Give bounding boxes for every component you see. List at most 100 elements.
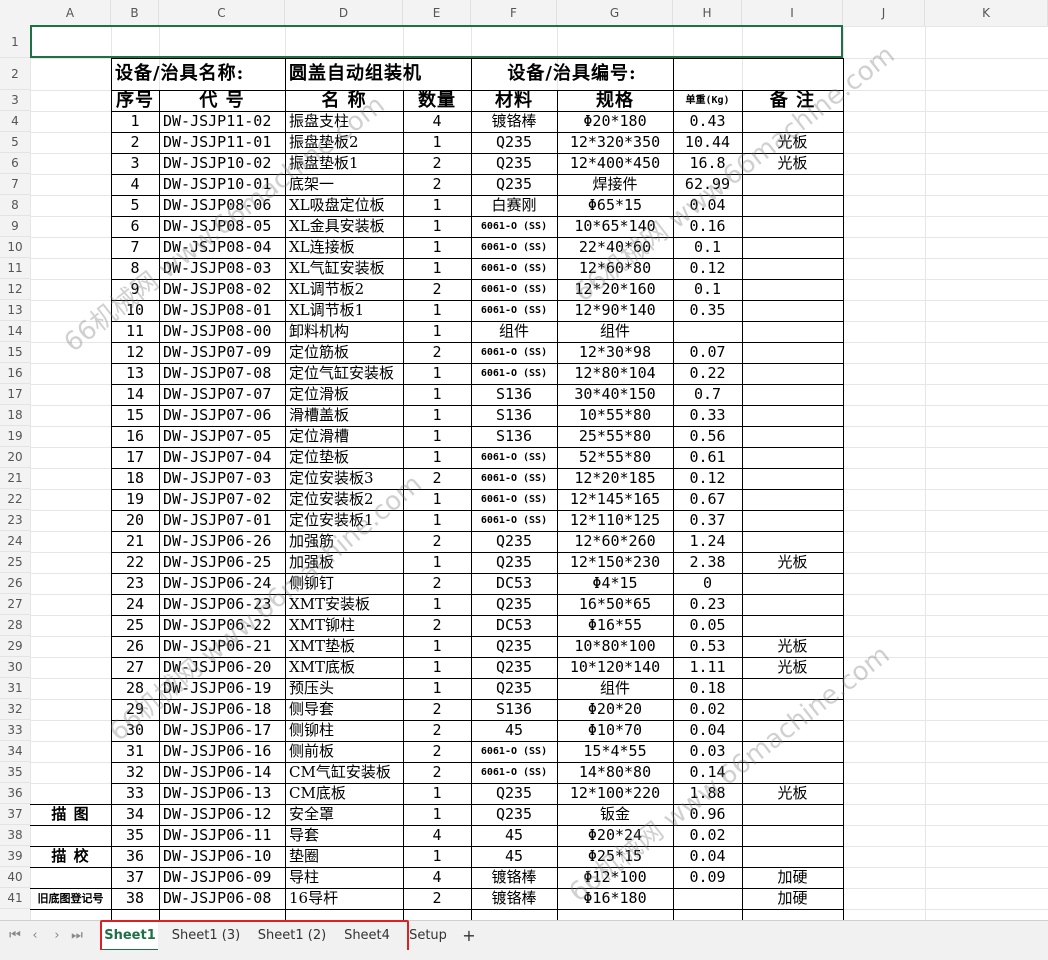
row-header[interactable]: 30 [0,657,30,678]
cell[interactable]: 4 [112,174,158,195]
cell[interactable]: 镀铬棒 [472,111,556,132]
cell[interactable]: 加强筋 [286,531,402,552]
cell[interactable]: DW-JSJP06-22 [160,615,284,636]
row-header[interactable]: 37 [0,804,30,825]
cell[interactable]: DW-JSJP08-02 [160,279,284,300]
cell[interactable] [743,573,842,594]
cell[interactable]: 2 [404,153,470,174]
row-header[interactable]: 19 [0,426,30,447]
cell[interactable]: DW-JSJP06-26 [160,531,284,552]
cell[interactable]: 1 [404,363,470,384]
row-header[interactable]: 14 [0,321,30,342]
cell[interactable]: 2 [404,762,470,783]
row-header[interactable]: 28 [0,615,30,636]
cell[interactable] [743,300,842,321]
cell[interactable]: DW-JSJP07-08 [160,363,284,384]
prev-sheet-icon[interactable]: ‹ [26,927,44,945]
cell[interactable]: 导柱 [286,867,402,888]
cell[interactable]: Q235 [472,153,556,174]
cell[interactable]: 底架一 [286,174,402,195]
cell[interactable]: 1 [404,489,470,510]
cell[interactable]: 1.88 [674,783,741,804]
cell[interactable]: 0.7 [674,384,741,405]
cell[interactable]: 1.11 [674,657,741,678]
cell[interactable]: 钣金 [558,804,672,825]
cell[interactable]: 定位安装板3 [286,468,402,489]
cell[interactable]: DW-JSJP07-06 [160,405,284,426]
cell[interactable]: 1 [404,258,470,279]
cell[interactable]: DW-JSJP10-02 [160,153,284,174]
cell[interactable] [743,195,842,216]
column-header[interactable]: B [111,0,159,26]
cell[interactable]: 12*110*125 [558,510,672,531]
column-header[interactable]: F [471,0,557,26]
cell[interactable]: S136 [472,426,556,447]
cell[interactable]: 31 [112,741,158,762]
cell[interactable]: 1 [404,552,470,573]
cell[interactable]: 1 [404,447,470,468]
cell[interactable]: 0.23 [674,594,741,615]
row-header[interactable]: 38 [0,825,30,846]
cell[interactable]: 6061-O (SS) [472,342,556,363]
cell[interactable]: 35 [112,825,158,846]
cell[interactable]: 安全罩 [286,804,402,825]
cell[interactable]: 定位安装板2 [286,489,402,510]
cell[interactable]: 1 [404,510,470,531]
cell[interactable]: 定位滑槽 [286,426,402,447]
cell[interactable]: 6061-O (SS) [472,216,556,237]
cell[interactable]: 滑槽盖板 [286,405,402,426]
cell[interactable]: 6061-O (SS) [472,363,556,384]
cell[interactable]: 6061-O (SS) [472,468,556,489]
cell[interactable] [743,825,842,846]
cell[interactable]: 振盘垫板1 [286,153,402,174]
cell[interactable]: DW-JSJP06-08 [160,888,284,909]
cell[interactable]: 0.1 [674,279,741,300]
column-header[interactable]: I [742,0,843,26]
cell[interactable]: 2 [404,615,470,636]
cell[interactable]: 2 [404,720,470,741]
cell[interactable]: 0 [674,573,741,594]
cell[interactable]: Q235 [472,552,556,573]
cell[interactable]: 旧底图登记号 [31,888,110,909]
row-header[interactable]: 13 [0,300,30,321]
row-header[interactable]: 34 [0,741,30,762]
cell[interactable]: 4 [404,825,470,846]
cell[interactable] [743,741,842,762]
cell[interactable]: 侧铆柱 [286,720,402,741]
cell[interactable]: 0.03 [674,741,741,762]
cell[interactable]: 6061-O (SS) [472,300,556,321]
cell[interactable]: 组件 [472,321,556,342]
cell[interactable] [743,426,842,447]
cell[interactable] [743,531,842,552]
cell[interactable]: 6061-O (SS) [472,762,556,783]
row-header[interactable]: 32 [0,699,30,720]
row-header[interactable]: 4 [0,111,30,132]
cell[interactable]: 导套 [286,825,402,846]
cell[interactable]: 18 [112,468,158,489]
cell[interactable]: 垫圈 [286,846,402,867]
column-header[interactable]: C [159,0,285,26]
cell[interactable]: 12*20*160 [558,279,672,300]
cell[interactable] [743,174,842,195]
cell[interactable]: XL调节板2 [286,279,402,300]
row-header[interactable]: 15 [0,342,30,363]
cell[interactable]: 16导杆 [286,888,402,909]
cell[interactable]: 数量 [404,90,470,111]
cell[interactable]: DW-JSJP06-19 [160,678,284,699]
cell[interactable] [743,216,842,237]
cell[interactable]: 45 [472,720,556,741]
cell[interactable]: 2 [404,468,470,489]
cell[interactable]: XMT垫板 [286,636,402,657]
cell[interactable]: 加硬 [743,888,842,909]
cell[interactable] [743,237,842,258]
cell[interactable] [743,279,842,300]
cell[interactable]: Q235 [472,636,556,657]
cell[interactable]: 光板 [743,657,842,678]
cell[interactable]: 0.22 [674,363,741,384]
cell[interactable]: 侧导套 [286,699,402,720]
cell[interactable]: DW-JSJP06-10 [160,846,284,867]
cell[interactable]: 21 [112,531,158,552]
cell[interactable]: S136 [472,384,556,405]
cell[interactable]: 1 [404,216,470,237]
row-header[interactable]: 18 [0,405,30,426]
